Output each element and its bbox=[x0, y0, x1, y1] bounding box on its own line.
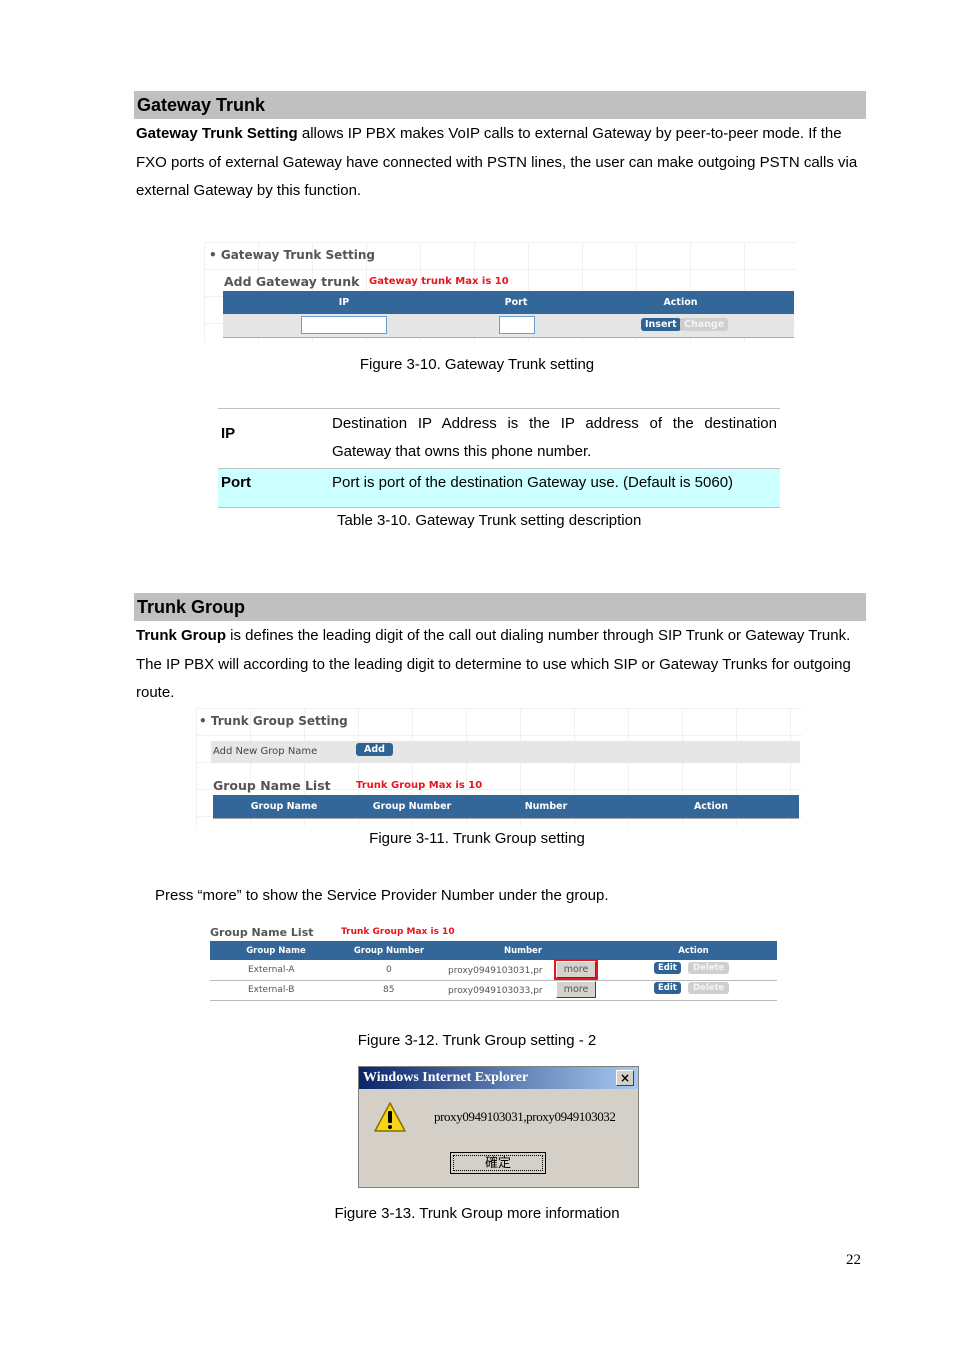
ip-input[interactable] bbox=[301, 316, 387, 334]
col-number: Number bbox=[524, 801, 568, 812]
table-3-10-caption: Table 3-10. Gateway Trunk setting descri… bbox=[337, 512, 642, 529]
desc-key-ip: IP bbox=[221, 425, 236, 442]
edit-button[interactable]: Edit bbox=[654, 962, 681, 974]
number-cell: proxy0949103033,pr bbox=[448, 986, 543, 996]
col-group-name: Group Name bbox=[246, 945, 306, 956]
press-more-note: Press “more” to show the Service Provide… bbox=[155, 887, 609, 904]
col-action: Action bbox=[663, 297, 698, 308]
warning-icon bbox=[374, 1102, 406, 1132]
trunk-intro-bold: Trunk Group bbox=[136, 627, 226, 644]
group-name-list-title: Group Name List bbox=[213, 778, 331, 793]
group-name-cell: External-A bbox=[248, 965, 295, 975]
gateway-table-header: IP Port Action bbox=[223, 291, 794, 314]
dialog-title-bar: Windows Internet Explorer × bbox=[359, 1067, 638, 1089]
delete-button[interactable]: Delete bbox=[688, 982, 730, 994]
insert-button[interactable]: Insert bbox=[641, 318, 681, 331]
trunk-list-header: Group Name Group Number Number Action bbox=[210, 941, 777, 960]
col-group-name: Group Name bbox=[250, 801, 318, 812]
desc-value-ip: Destination IP Address is the IP address… bbox=[332, 415, 777, 460]
trunk-bullet-title: • Trunk Group Setting bbox=[199, 714, 348, 728]
port-input[interactable] bbox=[499, 316, 535, 334]
desc-row-port: Port Port is port of the destination Gat… bbox=[218, 469, 780, 507]
number-cell: proxy0949103031,pr bbox=[448, 966, 543, 976]
figure-3-13-caption: Figure 3-13. Trunk Group more informatio… bbox=[334, 1205, 620, 1222]
desc-value-port: Port is port of the destination Gateway … bbox=[332, 474, 734, 491]
trunk-group-figure: • Trunk Group Setting Add New Grop Name … bbox=[196, 708, 802, 826]
col-number: Number bbox=[503, 945, 543, 956]
table-row: External-B 85 proxy0949103033,pr more Ed… bbox=[210, 981, 777, 1001]
ok-button-label: 確定 bbox=[453, 1155, 543, 1171]
dialog-title: Windows Internet Explorer bbox=[363, 1070, 529, 1085]
gateway-bullet-title-text: Gateway Trunk Setting bbox=[220, 248, 376, 262]
figure-3-11-caption: Figure 3-11. Trunk Group setting bbox=[369, 830, 585, 847]
alert-dialog: Windows Internet Explorer × proxy0949103… bbox=[358, 1066, 639, 1188]
add-group-button[interactable]: Add bbox=[356, 743, 393, 756]
col-port: Port bbox=[504, 297, 528, 308]
trunk-table-header: Group Name Group Number Number Action bbox=[213, 795, 799, 819]
group-name-cell: External-B bbox=[248, 985, 295, 995]
trunk-bullet-title-text: Trunk Group Setting bbox=[210, 714, 348, 728]
add-group-row: Add New Grop Name Add bbox=[211, 741, 800, 763]
delete-button[interactable]: Delete bbox=[688, 962, 730, 974]
gateway-intro-paragraph: Gateway Trunk Setting allows IP PBX make… bbox=[136, 120, 866, 206]
figure-3-10-caption: Figure 3-10. Gateway Trunk setting bbox=[359, 356, 595, 373]
col-group-number: Group Number bbox=[372, 801, 452, 812]
gateway-max-note: Gateway trunk Max is 10 bbox=[369, 276, 509, 287]
dialog-message: proxy0949103031,proxy0949103032 bbox=[434, 1109, 616, 1124]
page-number: 22 bbox=[846, 1252, 861, 1268]
gateway-input-row: Insert Change bbox=[223, 314, 794, 338]
gateway-bullet-title: • Gateway Trunk Setting bbox=[209, 248, 376, 262]
trunk-group-list-figure: Group Name List Trunk Group Max is 10 Gr… bbox=[209, 925, 779, 1005]
group-number-cell: 85 bbox=[383, 985, 395, 995]
change-button[interactable]: Change bbox=[680, 318, 729, 331]
section-heading-trunk-group: Trunk Group bbox=[134, 593, 866, 621]
group-number-cell: 0 bbox=[386, 965, 392, 975]
more-button[interactable]: more bbox=[556, 981, 596, 998]
more-button[interactable]: more bbox=[554, 959, 598, 980]
col-action: Action bbox=[693, 801, 729, 812]
desc-row-ip: IP Destination IP Address is the IP addr… bbox=[218, 409, 780, 469]
edit-button[interactable]: Edit bbox=[654, 982, 681, 994]
ok-button[interactable]: 確定 bbox=[450, 1152, 546, 1174]
group-name-list-title-2: Group Name List bbox=[210, 926, 314, 939]
col-ip: IP bbox=[338, 297, 350, 308]
col-group-number: Group Number bbox=[353, 945, 425, 956]
close-icon[interactable]: × bbox=[616, 1070, 634, 1086]
trunk-intro-paragraph: Trunk Group is defines the leading digit… bbox=[136, 622, 866, 708]
section-heading-gateway-trunk: Gateway Trunk bbox=[134, 91, 866, 119]
trunk-max-note-2: Trunk Group Max is 10 bbox=[341, 927, 455, 937]
desc-key-port: Port bbox=[221, 474, 251, 491]
gateway-intro-bold: Gateway Trunk Setting bbox=[136, 125, 298, 142]
trunk-max-note: Trunk Group Max is 10 bbox=[356, 780, 483, 791]
add-gateway-trunk-title: Add Gateway trunk bbox=[224, 274, 360, 289]
gateway-trunk-figure: • Gateway Trunk Setting Add Gateway trun… bbox=[204, 242, 796, 342]
col-action: Action bbox=[678, 945, 709, 956]
gateway-description-table: IP Destination IP Address is the IP addr… bbox=[218, 408, 780, 508]
add-group-label: Add New Grop Name bbox=[213, 746, 318, 757]
figure-3-12-caption: Figure 3-12. Trunk Group setting - 2 bbox=[357, 1032, 597, 1049]
trunk-intro-text: is defines the leading digit of the call… bbox=[136, 627, 851, 701]
table-row: External-A 0 proxy0949103031,pr more Edi… bbox=[210, 959, 777, 981]
